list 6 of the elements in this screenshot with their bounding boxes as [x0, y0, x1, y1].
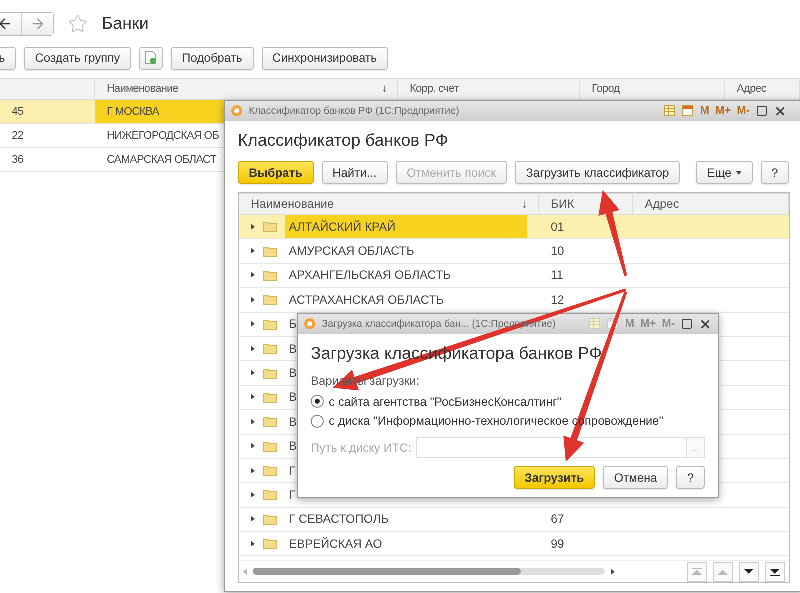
field-label: Путь к диску ИТС: [311, 440, 412, 454]
radio-label: с сайта агентства "РосБизнесКонсалтинг" [329, 394, 562, 409]
table-cell: 67 [539, 508, 633, 532]
page-title: Банки [102, 14, 149, 34]
table-cell: 01 [539, 215, 633, 240]
table-cell: 45 [0, 100, 95, 124]
